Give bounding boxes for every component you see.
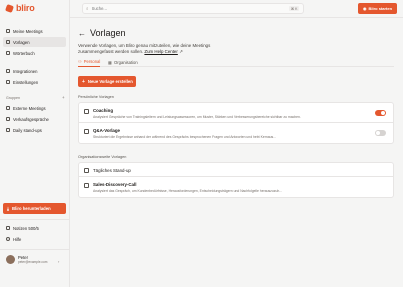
template-description: Analysiert Gespräche von Trainingsleiter… (93, 115, 301, 119)
template-row-sales-discovery[interactable]: Sales-Discovery-Call Analysiert das Gesp… (79, 177, 393, 197)
sidebar-group-external[interactable]: Externe Meetings (3, 103, 66, 113)
groups-heading: Gruppen (6, 96, 20, 100)
new-template-label: Neue Vorlage erstellen (87, 79, 133, 84)
plug-icon (6, 69, 10, 73)
sidebar-group-standups[interactable]: Daily stand-ups (3, 125, 66, 135)
divider (0, 249, 70, 250)
sidebar-item-label: Vorlagen (13, 39, 30, 45)
template-title: Sales-Discovery-Call (93, 182, 137, 187)
template-icon (84, 129, 89, 134)
folder-icon (6, 117, 10, 121)
template-description: Analysiert das Gespräch, um Kundenbedürf… (93, 189, 283, 193)
start-bliro-button[interactable]: ◉ Bliro starten (358, 3, 397, 14)
calendar-icon (6, 29, 10, 33)
template-toggle[interactable] (375, 130, 386, 136)
tab-label: Personal (83, 59, 101, 64)
building-icon: ▦ (108, 59, 112, 65)
sidebar-group-label: Daily stand-ups (13, 127, 42, 133)
page-title: Vorlagen (90, 28, 126, 38)
template-toggle[interactable] (375, 110, 386, 116)
sidebar: bliro Meine Meetings Vorlagen Wörterbuch… (0, 0, 70, 287)
search-input[interactable] (91, 6, 282, 11)
template-title: Tägliches Stand-up (93, 167, 131, 173)
template-description: Strukturiert die Ergebnisse anhand der w… (93, 135, 277, 139)
template-title: Q&A-Vorlage (93, 128, 120, 133)
template-title: Coaching (93, 108, 114, 113)
sidebar-item-label: Hilfe (13, 236, 22, 242)
sidebar-item-meetings[interactable]: Meine Meetings (3, 26, 66, 36)
user-icon: ⚇ (78, 59, 82, 64)
sidebar-item-label: Wörterbuch (13, 50, 35, 56)
template-icon (84, 167, 89, 173)
logo-text: bliro (16, 3, 35, 13)
shortcut-hint: ⌘ K (289, 6, 299, 11)
sidebar-item-label: Einstellungen (13, 79, 39, 85)
org-templates-heading: Organisationsweite Vorlagen (78, 155, 127, 159)
download-button[interactable]: ⤓ Bliro herunterladen (3, 203, 66, 214)
template-row-standup[interactable]: Tägliches Stand-up (79, 163, 393, 177)
top-bar: ⌕ ⌘ K ◉ Bliro starten (70, 0, 403, 18)
new-template-button[interactable]: + Neue Vorlage erstellen (78, 76, 136, 87)
app-logo[interactable]: bliro (5, 3, 35, 13)
chevron-right-icon[interactable]: › (58, 259, 59, 264)
personal-templates-list: Coaching Analysiert Gespräche von Traini… (78, 102, 394, 144)
add-group-icon[interactable]: + (62, 95, 65, 100)
template-row-coaching[interactable]: Coaching Analysiert Gespräche von Traini… (79, 103, 393, 123)
sidebar-group-label: Externe Meetings (13, 105, 46, 111)
sidebar-item-help[interactable]: Hilfe (3, 234, 66, 244)
sidebar-item-label: Notizen 500/5 (13, 225, 39, 231)
sidebar-item-notes[interactable]: Notizen 500/5 (3, 223, 66, 233)
tabs: ⚇ Personal ▦ Organisation (78, 57, 394, 67)
user-email: peter@example.com (18, 260, 48, 264)
start-bliro-label: Bliro starten (368, 6, 393, 11)
back-arrow-icon[interactable]: ← (78, 29, 86, 38)
main-content: ← Vorlagen Verwende Vorlagen, um Bliro g… (70, 18, 403, 287)
template-icon (84, 109, 89, 114)
record-icon: ◉ (362, 6, 367, 11)
search-box[interactable]: ⌕ ⌘ K (82, 3, 304, 14)
download-label: Bliro herunterladen (12, 206, 51, 211)
sidebar-item-integrations[interactable]: Integrationen (3, 66, 66, 76)
user-menu[interactable]: Peter peter@example.com (6, 255, 47, 264)
external-link-icon: ↗ (179, 48, 183, 54)
divider (0, 219, 70, 220)
book-icon (6, 51, 10, 55)
note-icon (6, 226, 10, 230)
org-templates-list: Tägliches Stand-up Sales-Discovery-Call … (78, 162, 394, 198)
sidebar-group-label: Verkaufsgespräche (13, 116, 49, 122)
sidebar-item-dictionary[interactable]: Wörterbuch (3, 48, 66, 58)
sidebar-item-label: Meine Meetings (13, 28, 43, 34)
folder-icon (6, 106, 10, 110)
plus-icon: + (82, 78, 85, 85)
tab-organisation[interactable]: ▦ Organisation (108, 57, 138, 67)
gear-icon (6, 80, 10, 84)
template-icon (84, 183, 89, 188)
intro-text: Verwende Vorlagen, um Bliro genau mitzut… (78, 43, 228, 55)
logo-icon (5, 3, 14, 13)
personal-templates-heading: Persönliche Vorlagen (78, 95, 114, 99)
folder-icon (6, 128, 10, 132)
sidebar-item-settings[interactable]: Einstellungen (3, 77, 66, 87)
help-center-link[interactable]: Zum Help Center (144, 49, 177, 54)
help-icon (6, 237, 10, 241)
tab-personal[interactable]: ⚇ Personal (78, 57, 101, 67)
search-icon: ⌕ (86, 6, 89, 11)
download-icon: ⤓ (7, 206, 9, 211)
sidebar-item-label: Integrationen (13, 68, 38, 74)
avatar (6, 255, 15, 264)
sidebar-item-templates[interactable]: Vorlagen (3, 37, 66, 47)
template-icon (6, 40, 10, 44)
sidebar-group-sales[interactable]: Verkaufsgespräche (3, 114, 66, 124)
tab-label: Organisation (113, 59, 138, 65)
template-row-qa[interactable]: Q&A-Vorlage Strukturiert die Ergebnisse … (79, 123, 393, 143)
